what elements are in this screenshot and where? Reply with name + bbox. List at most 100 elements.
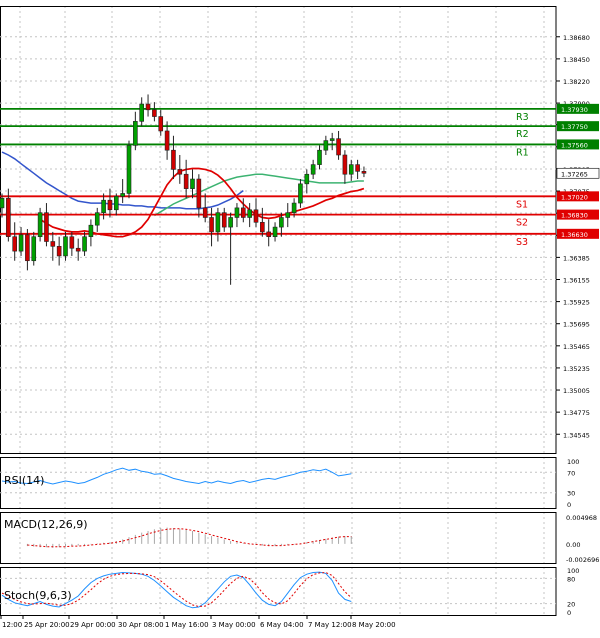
time-tick-label: 25 Apr 20:00 (24, 621, 70, 629)
rsi-tick-label: 70 (567, 469, 575, 477)
forex-chart: R3 R2 R1 S1 S2 S3 RSI(14) MACD(12,26,9) Stoch… (0, 0, 600, 634)
level-name-r2: R2 (516, 129, 529, 140)
price-tick-label: 1.34775 (563, 409, 590, 417)
time-tick-label: 12:00 (2, 621, 22, 629)
stoch-tick-label: 20 (567, 601, 575, 609)
level-price-tag: 1.36630 (561, 231, 588, 239)
bull-candle (31, 236, 37, 262)
bear-candle (266, 231, 272, 238)
bull-candle (215, 212, 221, 233)
bull-candle (82, 236, 87, 252)
bull-candle (0, 197, 5, 209)
bear-candle (336, 138, 341, 156)
bull-candle (329, 138, 335, 141)
bear-candle (50, 241, 56, 247)
bull-candle (228, 217, 233, 228)
price-tick-label: 1.38220 (563, 78, 590, 86)
bull-candle (298, 183, 303, 204)
bear-candle (221, 212, 227, 228)
price-tick-label: 1.38680 (563, 34, 590, 42)
bull-candle (133, 121, 138, 146)
bull-candle (139, 103, 144, 122)
level-name-s2: S2 (516, 218, 528, 229)
bull-candle (279, 217, 284, 228)
bear-candle (25, 234, 30, 262)
bull-candle (285, 212, 291, 218)
macd-tick-label: 0.004968 (566, 514, 597, 522)
bull-candle (63, 236, 68, 257)
bull-candle (126, 145, 132, 194)
bear-candle (241, 207, 246, 218)
price-tick-label: 1.35695 (563, 321, 590, 329)
bull-candle (317, 149, 322, 165)
bull-candle (120, 193, 125, 197)
level-name-s3: S3 (516, 237, 528, 248)
price-tick-label: 1.36155 (563, 276, 590, 284)
bull-candle (37, 212, 43, 238)
price-tick-label: 1.35235 (563, 365, 590, 373)
bear-candle (12, 236, 17, 252)
bull-candle (114, 196, 119, 211)
bull-candle (94, 212, 100, 226)
time-tick-label: 8 May 20:00 (352, 621, 396, 629)
macd-tick-label: -0.002696 (566, 556, 599, 564)
bull-candle (234, 207, 240, 218)
bear-candle (171, 149, 176, 170)
price-tick-label: 1.35925 (563, 299, 590, 307)
time-tick-label: 29 Apr 00:00 (70, 621, 116, 629)
bear-candle (145, 103, 151, 111)
bull-candle (18, 234, 24, 252)
bear-candle (6, 197, 11, 238)
level-price-tag: 1.37560 (561, 141, 588, 149)
level-name-r1: R1 (516, 147, 529, 158)
level-price-tag: 1.37930 (561, 106, 588, 114)
macd-tick-label: 0.00 (566, 541, 580, 549)
bull-candle (310, 164, 316, 175)
rsi-tick-label: 30 (567, 490, 575, 498)
time-tick-label: 1 May 16:00 (165, 621, 209, 629)
bear-candle (209, 217, 214, 233)
bull-candle (304, 173, 310, 185)
time-tick-label: 6 May 04:00 (260, 621, 304, 629)
rsi-title: RSI(14) (4, 474, 44, 487)
bear-candle (158, 116, 164, 132)
bear-candle (107, 199, 113, 211)
bear-candle (196, 178, 202, 209)
time-tick-label: 30 Apr 08:00 (118, 621, 164, 629)
current-price-tag: 1.37265 (561, 170, 588, 178)
bear-candle (152, 109, 157, 117)
price-tick-label: 1.35465 (563, 343, 590, 351)
bear-candle (342, 154, 348, 175)
level-price-tag: 1.36830 (561, 212, 588, 220)
stoch-title: Stoch(9,6,3) (4, 589, 72, 602)
bear-candle (56, 246, 62, 257)
price-tick-label: 1.34545 (563, 431, 590, 439)
time-tick-label: 7 May 12:00 (308, 621, 352, 629)
bull-candle (348, 164, 354, 175)
price-tick-label: 1.36385 (563, 254, 590, 262)
bull-candle (190, 178, 195, 189)
bear-candle (361, 171, 367, 174)
bear-candle (164, 130, 170, 151)
bear-candle (260, 221, 265, 233)
bear-candle (202, 207, 208, 218)
stoch-tick-label: 0 (567, 609, 571, 617)
bear-candle (75, 247, 81, 252)
stoch-tick-label: 80 (567, 575, 575, 583)
chart-canvas: R3 R2 R1 S1 S2 S3 RSI(14) MACD(12,26,9) Stoch… (0, 0, 600, 634)
bear-candle (183, 173, 189, 189)
time-tick-label: 3 May 00:00 (212, 621, 256, 629)
stoch-tick-label: 100 (567, 567, 579, 575)
bear-candle (355, 164, 360, 172)
bull-candle (291, 202, 297, 213)
level-name-r3: R3 (516, 112, 529, 123)
macd-title: MACD(12,26,9) (4, 518, 88, 531)
bull-candle (247, 209, 252, 218)
rsi-tick-label: 0 (567, 501, 571, 509)
level-price-tag: 1.37750 (561, 123, 588, 131)
bull-candle (323, 140, 329, 151)
bull-candle (88, 224, 94, 238)
bull-candle (101, 199, 106, 213)
bear-candle (69, 236, 75, 249)
level-name-s1: S1 (516, 199, 528, 210)
